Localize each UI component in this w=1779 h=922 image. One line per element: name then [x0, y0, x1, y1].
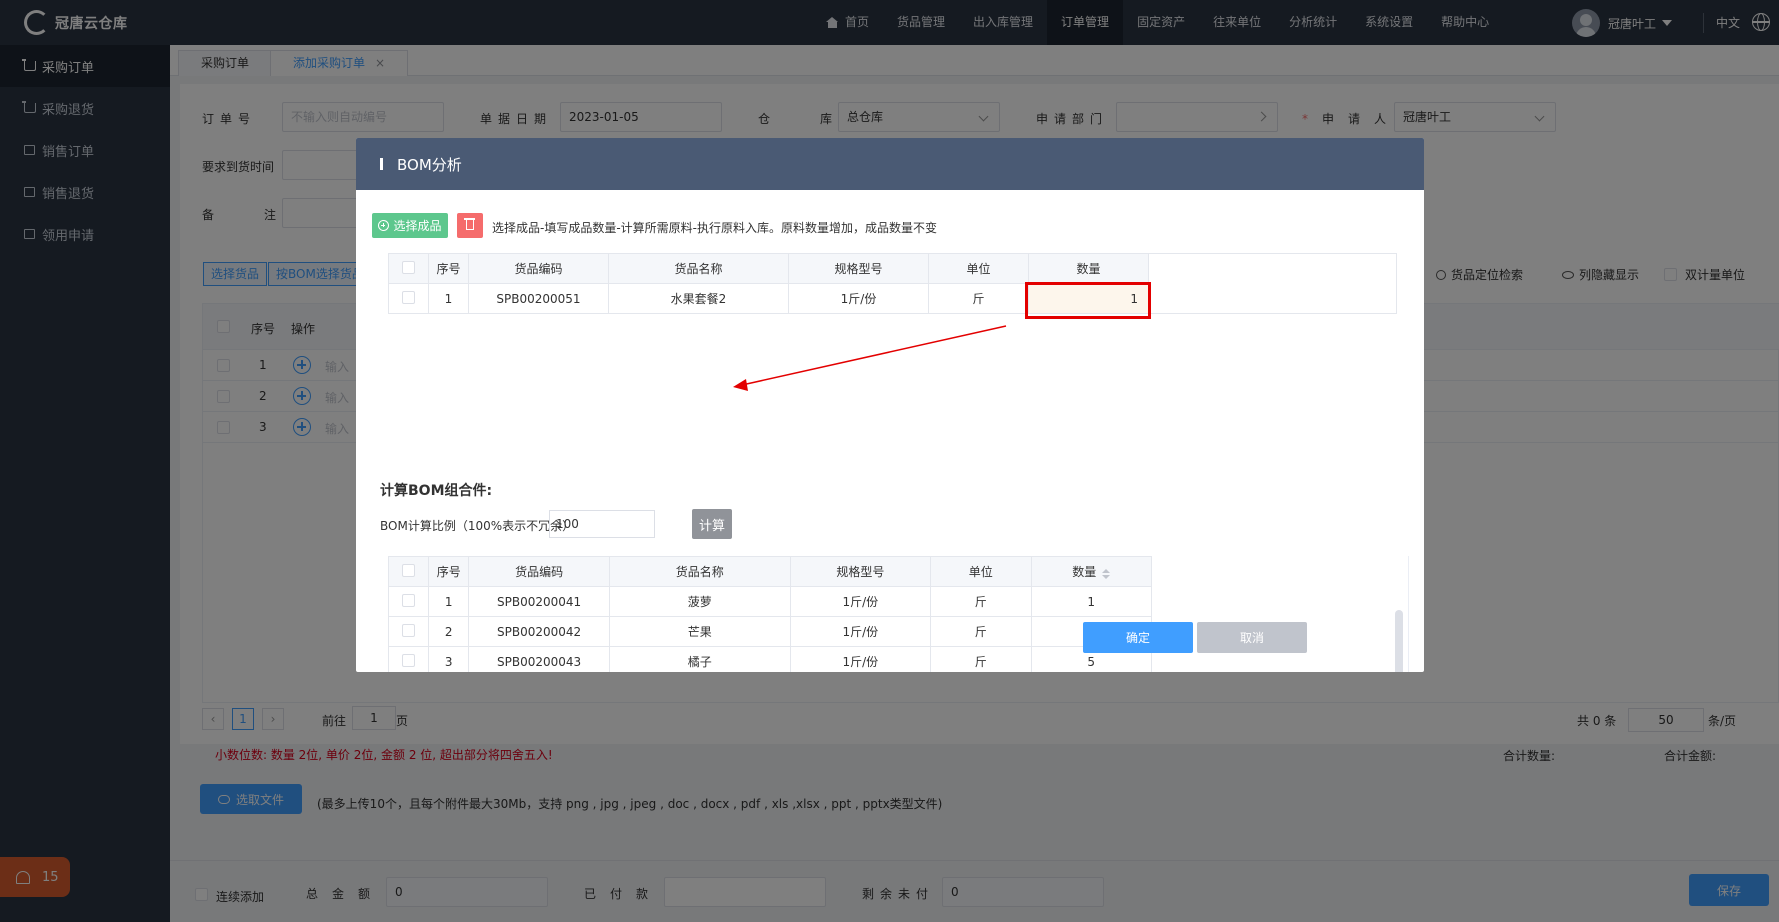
row-name: 橘子: [608, 646, 791, 672]
bom-ratio-input[interactable]: 100: [549, 510, 655, 538]
table-row: 3 SPB00200043 橘子 1斤/份斤 5: [387, 646, 1152, 672]
confirm-button[interactable]: 确定: [1083, 622, 1193, 653]
row-seq: 1: [428, 283, 469, 314]
select-all-cell: [387, 556, 430, 587]
row-select-cell: [387, 646, 430, 672]
row-select-cell: [387, 586, 430, 617]
row-name: 芒果: [608, 616, 791, 647]
sort-icon[interactable]: [1102, 569, 1111, 579]
row-code: SPB00200043: [468, 646, 610, 672]
col-seq: 序号: [428, 556, 470, 587]
col-name: 货品名称: [608, 253, 789, 284]
row-seq: 1: [428, 586, 470, 617]
row-checkbox[interactable]: [402, 653, 416, 667]
col-unit: 单位: [930, 556, 1032, 587]
row-code: SPB00200051: [468, 283, 609, 314]
row-name: 菠萝: [608, 586, 791, 617]
dialog-header: BOM分析: [356, 138, 1424, 190]
col-qty[interactable]: 数量: [1030, 556, 1152, 587]
col-code: 货品编码: [468, 556, 610, 587]
row-unit: 斤: [930, 586, 1032, 617]
select-all-checkbox[interactable]: [402, 563, 416, 577]
row-select-cell: [388, 283, 429, 314]
bom-section-title: 计算BOM组合件:: [380, 483, 493, 499]
scrollbar[interactable]: [1395, 610, 1403, 672]
instruction-text: 选择成品-填写成品数量-计算所需原料-执行原料入库。原料数量增加，成品数量不变: [492, 221, 937, 235]
highlight-box: [1025, 282, 1151, 319]
row-unit: 斤: [930, 616, 1032, 647]
bom-ratio-label: BOM计算比例（100%表示不冗余）: [380, 519, 575, 533]
select-all-checkbox[interactable]: [402, 260, 415, 274]
row-select-cell: [387, 616, 430, 647]
row-checkbox[interactable]: [402, 593, 416, 607]
table-row: 2SPB00200042芒果1斤/份斤3: [387, 616, 1152, 647]
select-all-cell: [388, 253, 429, 284]
row-seq: 3: [428, 646, 470, 672]
row-name: 水果套餐2: [608, 283, 789, 314]
delete-button[interactable]: [457, 213, 483, 238]
row-spec: 1斤/份: [789, 616, 932, 647]
row-checkbox[interactable]: [402, 623, 416, 637]
bom-table: 序号 货品编码 货品名称 规格型号 单位 数量 1 SPB00200041 菠萝 1斤…: [387, 556, 1152, 672]
dialog-title: BOM分析: [397, 155, 462, 174]
row-code: SPB00200042: [468, 616, 610, 647]
row-spec: 1斤/份: [789, 586, 932, 617]
col-name: 货品名称: [608, 556, 791, 587]
calculate-button[interactable]: 计算: [692, 509, 732, 539]
table-header: 序号 货品编码 货品名称 规格型号 单位 数量: [387, 556, 1152, 587]
row-unit: 斤: [928, 283, 1029, 314]
row-unit: 斤: [930, 646, 1032, 672]
row-spec: 1斤/份: [789, 646, 932, 672]
col-spec: 规格型号: [789, 556, 932, 587]
title-marker: [380, 158, 383, 170]
select-product-label: 选择成品: [393, 219, 442, 233]
row-seq: 2: [428, 616, 470, 647]
trash-icon: [464, 218, 475, 230]
row-spec: 1斤/份: [788, 283, 929, 314]
col-seq: 序号: [428, 253, 469, 284]
col-code: 货品编码: [468, 253, 609, 284]
table-header: 序号 货品编码 货品名称 规格型号 单位 数量: [388, 253, 1149, 284]
row-code: SPB00200041: [468, 586, 610, 617]
select-product-button[interactable]: 选择成品: [372, 213, 448, 238]
col-unit: 单位: [928, 253, 1029, 284]
col-spec: 规格型号: [788, 253, 929, 284]
cancel-button[interactable]: 取消: [1197, 622, 1307, 653]
col-qty-label: 数量: [1072, 565, 1097, 579]
plus-circle-icon: [378, 220, 390, 231]
row-checkbox[interactable]: [402, 290, 415, 304]
bom-table-container: 序号 货品编码 货品名称 规格型号 单位 数量 1 SPB00200041 菠萝 1斤…: [383, 556, 1409, 672]
table-row: 1 SPB00200041 菠萝 1斤/份斤 1: [387, 586, 1152, 617]
bom-analysis-dialog: BOM分析 选择成品 选择成品-填写成品数量-计算所需原料-执行原料入库。原料数…: [356, 138, 1424, 672]
row-qty: 1: [1030, 586, 1152, 617]
